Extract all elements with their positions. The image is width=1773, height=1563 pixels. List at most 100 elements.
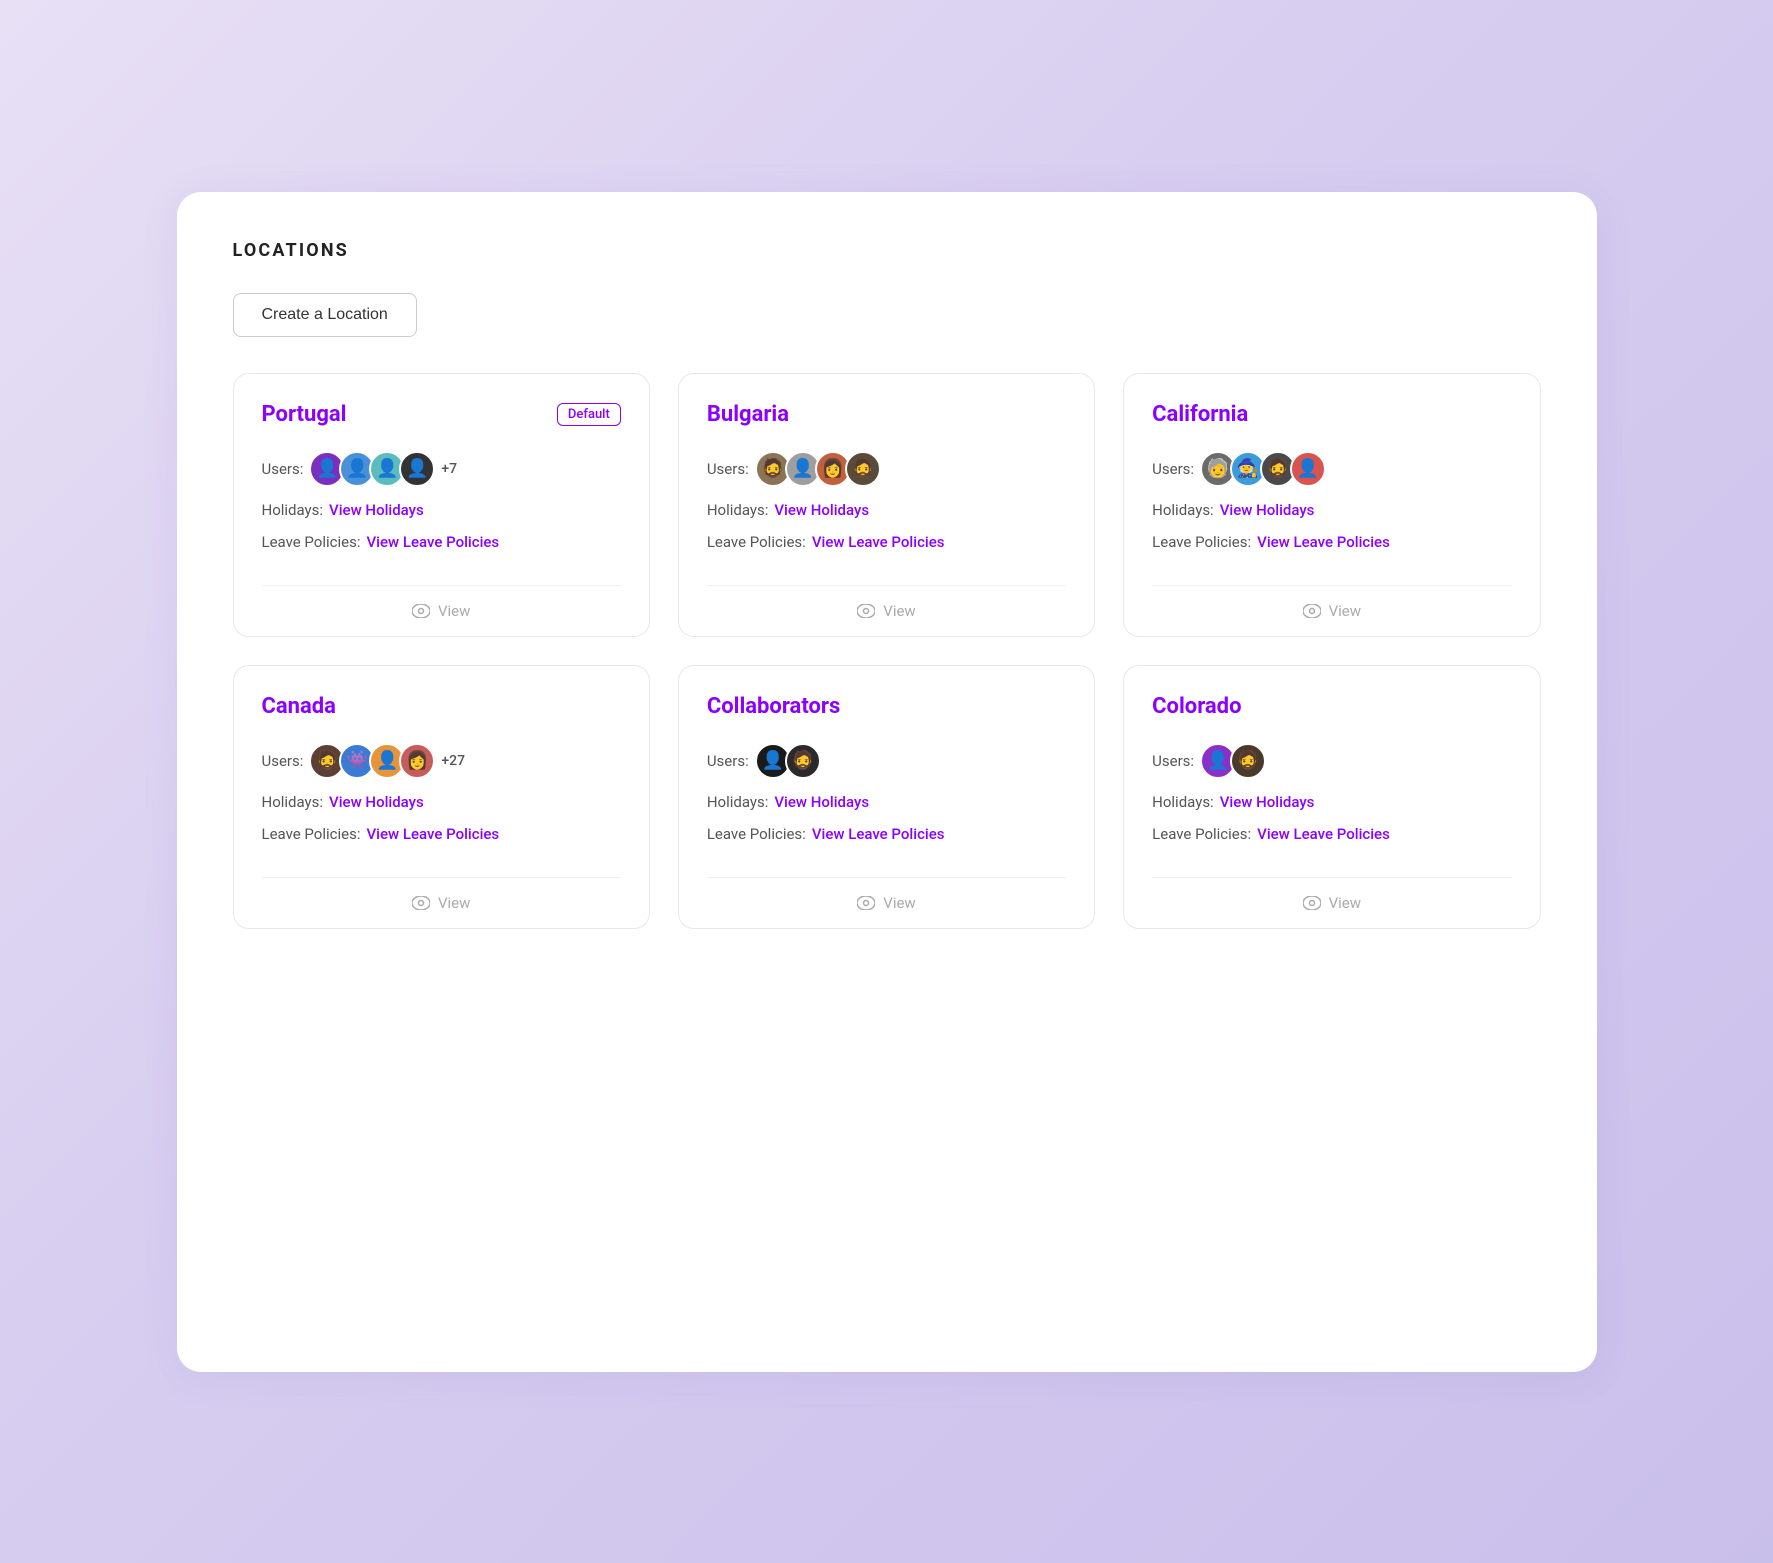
locations-container: LOCATIONS Create a Location Portugal Def…	[177, 192, 1597, 1372]
avatar: 🧔	[785, 743, 821, 779]
view-label: View	[438, 602, 470, 620]
eye-icon	[857, 896, 875, 910]
view-policies-link[interactable]: View Leave Policies	[812, 533, 945, 551]
card-header: Collaborators	[707, 694, 1066, 719]
avatar-count: +27	[441, 753, 465, 769]
eye-icon	[1303, 604, 1321, 618]
location-card-california: California Users: 🧓 🧙 🧔 👤 Holidays: View…	[1123, 373, 1540, 637]
policies-label: Leave Policies:	[262, 533, 361, 551]
view-holidays-link[interactable]: View Holidays	[774, 793, 869, 811]
view-label: View	[1329, 602, 1361, 620]
eye-icon	[1303, 896, 1321, 910]
users-row: Users: 👤 🧔	[1152, 743, 1511, 779]
view-policies-link[interactable]: View Leave Policies	[1257, 825, 1390, 843]
eye-icon	[412, 604, 430, 618]
view-button[interactable]: View	[1152, 877, 1511, 928]
policies-label: Leave Policies:	[1152, 825, 1251, 843]
card-header: Colorado	[1152, 694, 1511, 719]
users-row: Users: 🧓 🧙 🧔 👤	[1152, 451, 1511, 487]
users-label: Users:	[707, 460, 749, 478]
card-body: Users: 👤 👤 👤 👤 +7 Holidays: View Holiday…	[262, 451, 621, 565]
policies-row: Leave Policies: View Leave Policies	[1152, 825, 1511, 843]
users-label: Users:	[262, 752, 304, 770]
view-holidays-link[interactable]: View Holidays	[774, 501, 869, 519]
location-name: Colorado	[1152, 694, 1241, 719]
card-header: Portugal Default	[262, 402, 621, 427]
avatar: 👩	[399, 743, 435, 779]
holidays-row: Holidays: View Holidays	[262, 501, 621, 519]
holidays-row: Holidays: View Holidays	[707, 793, 1066, 811]
create-location-button[interactable]: Create a Location	[233, 293, 417, 337]
view-holidays-link[interactable]: View Holidays	[1220, 793, 1315, 811]
location-name: Portugal	[262, 402, 347, 427]
policies-row: Leave Policies: View Leave Policies	[707, 825, 1066, 843]
policies-row: Leave Policies: View Leave Policies	[262, 825, 621, 843]
holidays-label: Holidays:	[707, 793, 769, 811]
view-button[interactable]: View	[707, 877, 1066, 928]
location-card-colorado: Colorado Users: 👤 🧔 Holidays: View Holid…	[1123, 665, 1540, 929]
avatar-group: 👤 🧔	[755, 743, 821, 779]
users-label: Users:	[262, 460, 304, 478]
location-card-bulgaria: Bulgaria Users: 🧔 👤 👩 🧔 Holidays: View H…	[678, 373, 1095, 637]
card-body: Users: 🧓 🧙 🧔 👤 Holidays: View Holidays L…	[1152, 451, 1511, 565]
location-name: Collaborators	[707, 694, 840, 719]
holidays-row: Holidays: View Holidays	[262, 793, 621, 811]
view-button[interactable]: View	[1152, 585, 1511, 636]
view-holidays-link[interactable]: View Holidays	[1220, 501, 1315, 519]
location-name: Bulgaria	[707, 402, 789, 427]
eye-icon	[857, 604, 875, 618]
policies-row: Leave Policies: View Leave Policies	[1152, 533, 1511, 551]
view-policies-link[interactable]: View Leave Policies	[366, 533, 499, 551]
users-label: Users:	[1152, 752, 1194, 770]
location-card-collaborators: Collaborators Users: 👤 🧔 Holidays: View …	[678, 665, 1095, 929]
view-label: View	[1329, 894, 1361, 912]
view-button[interactable]: View	[262, 585, 621, 636]
location-card-portugal: Portugal Default Users: 👤 👤 👤 👤 +7 Holid…	[233, 373, 650, 637]
holidays-label: Holidays:	[1152, 501, 1214, 519]
view-button[interactable]: View	[707, 585, 1066, 636]
view-holidays-link[interactable]: View Holidays	[329, 793, 424, 811]
view-policies-link[interactable]: View Leave Policies	[366, 825, 499, 843]
users-label: Users:	[1152, 460, 1194, 478]
holidays-row: Holidays: View Holidays	[707, 501, 1066, 519]
users-row: Users: 🧔 👤 👩 🧔	[707, 451, 1066, 487]
users-row: Users: 👤 🧔	[707, 743, 1066, 779]
card-body: Users: 🧔 👤 👩 🧔 Holidays: View Holidays L…	[707, 451, 1066, 565]
page-title: LOCATIONS	[233, 240, 1541, 261]
avatar-count: +7	[441, 461, 457, 477]
card-body: Users: 🧔 👾 👤 👩 +27 Holidays: View Holida…	[262, 743, 621, 857]
policies-row: Leave Policies: View Leave Policies	[707, 533, 1066, 551]
default-badge: Default	[557, 403, 621, 426]
locations-grid: Portugal Default Users: 👤 👤 👤 👤 +7 Holid…	[233, 373, 1541, 929]
view-holidays-link[interactable]: View Holidays	[329, 501, 424, 519]
view-label: View	[883, 894, 915, 912]
card-header: Canada	[262, 694, 621, 719]
avatar-group: 🧓 🧙 🧔 👤	[1200, 451, 1326, 487]
policies-row: Leave Policies: View Leave Policies	[262, 533, 621, 551]
card-body: Users: 👤 🧔 Holidays: View Holidays Leave…	[707, 743, 1066, 857]
avatar: 🧔	[845, 451, 881, 487]
policies-label: Leave Policies:	[707, 533, 806, 551]
users-row: Users: 👤 👤 👤 👤 +7	[262, 451, 621, 487]
location-name: California	[1152, 402, 1248, 427]
card-header: Bulgaria	[707, 402, 1066, 427]
location-name: Canada	[262, 694, 336, 719]
view-policies-link[interactable]: View Leave Policies	[1257, 533, 1390, 551]
view-label: View	[883, 602, 915, 620]
holidays-row: Holidays: View Holidays	[1152, 501, 1511, 519]
card-body: Users: 👤 🧔 Holidays: View Holidays Leave…	[1152, 743, 1511, 857]
users-label: Users:	[707, 752, 749, 770]
holidays-label: Holidays:	[262, 793, 324, 811]
view-policies-link[interactable]: View Leave Policies	[812, 825, 945, 843]
policies-label: Leave Policies:	[1152, 533, 1251, 551]
users-row: Users: 🧔 👾 👤 👩 +27	[262, 743, 621, 779]
view-button[interactable]: View	[262, 877, 621, 928]
holidays-label: Holidays:	[262, 501, 324, 519]
policies-label: Leave Policies:	[707, 825, 806, 843]
avatar: 👤	[399, 451, 435, 487]
avatar-group: 🧔 👾 👤 👩 +27	[309, 743, 465, 779]
holidays-label: Holidays:	[707, 501, 769, 519]
holidays-label: Holidays:	[1152, 793, 1214, 811]
card-header: California	[1152, 402, 1511, 427]
eye-icon	[412, 896, 430, 910]
